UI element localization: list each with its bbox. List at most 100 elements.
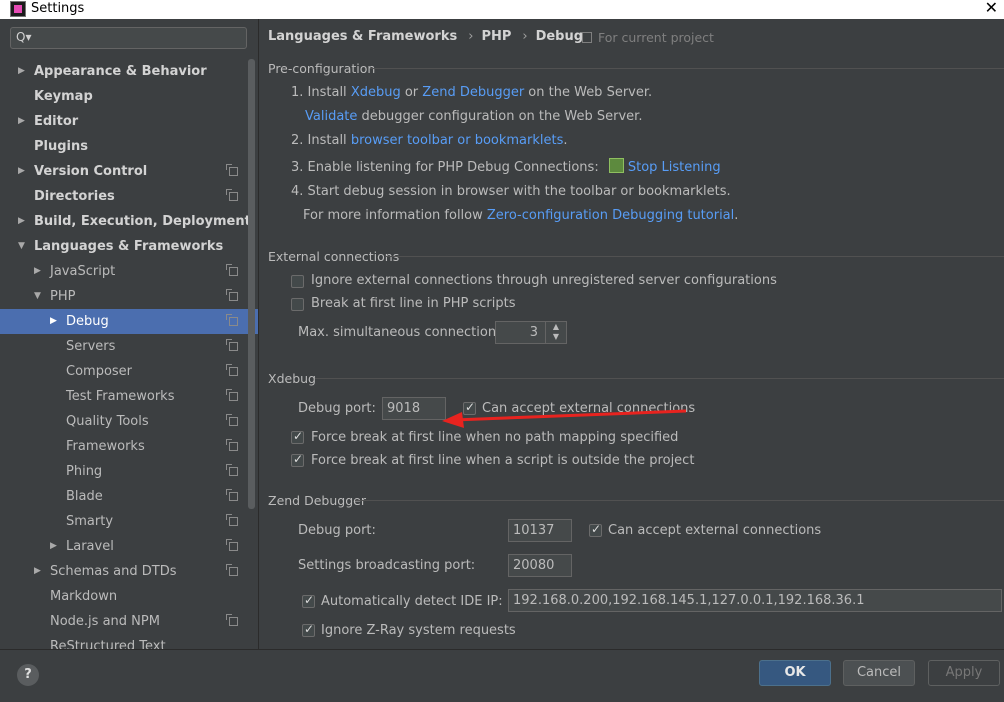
sidebar-item-label: PHP	[50, 289, 76, 304]
step1-or: or	[400, 85, 423, 100]
sidebar-item-label: Plugins	[34, 139, 88, 154]
stop-listening[interactable]: Stop Listening	[608, 158, 721, 175]
xdebug-title: Xdebug	[268, 371, 316, 386]
validate-link[interactable]: Validate	[305, 109, 357, 124]
max-connections-label: Max. simultaneous connections:	[298, 325, 508, 340]
chevron-right-icon[interactable]: ▶	[18, 209, 30, 234]
zend-port-input[interactable]: 10137	[508, 519, 572, 542]
chevron-right-icon[interactable]: ▶	[34, 259, 46, 284]
sidebar-item-plugins[interactable]: Plugins	[0, 134, 258, 159]
ignore-external-checkbox[interactable]	[291, 275, 304, 288]
project-scope-icon	[226, 314, 238, 326]
broadcast-port-input[interactable]: 20080	[508, 554, 572, 577]
sidebar-item-version-control[interactable]: ▶ Version Control	[0, 159, 258, 184]
zend-accept-checkbox[interactable]	[589, 522, 602, 537]
sidebar-item-quality-tools[interactable]: Quality Tools	[0, 409, 258, 434]
ide-ip-input[interactable]: 192.168.0.200,192.168.145.1,127.0.0.1,19…	[508, 589, 1002, 612]
project-scope-icon	[226, 539, 238, 551]
force-break-no-mapping-checkbox[interactable]	[291, 429, 304, 444]
sidebar-item-php[interactable]: ▼ PHP	[0, 284, 258, 309]
divider	[370, 68, 1004, 69]
preconfig-title: Pre-configuration	[268, 61, 376, 76]
project-scope-icon	[226, 264, 238, 276]
chevron-down-icon[interactable]: ▼	[34, 284, 46, 309]
external-title: External connections	[268, 249, 400, 264]
chevron-right-icon[interactable]: ▶	[50, 534, 62, 559]
sidebar-item-frameworks[interactable]: Frameworks	[0, 434, 258, 459]
cancel-button[interactable]: Cancel	[843, 660, 915, 686]
divider	[386, 256, 1004, 257]
sidebar-scrollbar[interactable]	[248, 59, 255, 509]
sidebar-item-directories[interactable]: Directories	[0, 184, 258, 209]
preconfig-step-3: 3. Enable listening for PHP Debug Connec…	[291, 158, 721, 175]
project-scope-icon	[226, 339, 238, 351]
sidebar-item-label: Servers	[66, 339, 116, 354]
step2-prefix: 2. Install	[291, 133, 351, 148]
break-first-line-checkbox[interactable]	[291, 298, 304, 311]
search-icon: Q▾	[16, 30, 32, 44]
breadcrumb-debug: Debug	[535, 29, 584, 44]
dialog-footer: ? OK Cancel Apply	[0, 649, 1004, 702]
force-break-outside-project-checkbox[interactable]	[291, 452, 304, 467]
help-button[interactable]: ?	[17, 664, 39, 686]
break-first-line-label: Break at first line in PHP scripts	[311, 296, 516, 311]
zend-debugger-link[interactable]: Zend Debugger	[422, 85, 524, 100]
project-scope-icon	[226, 414, 238, 426]
sidebar-item-phing[interactable]: Phing	[0, 459, 258, 484]
chevron-right-icon[interactable]: ▶	[18, 109, 30, 134]
project-scope-icon	[226, 389, 238, 401]
sidebar-item-appearance-behavior[interactable]: ▶ Appearance & Behavior	[0, 59, 258, 84]
sidebar-item-label: Languages & Frameworks	[34, 239, 224, 254]
spinner-arrows-icon[interactable]: ▲ ▼	[545, 322, 566, 343]
sidebar-item-test-frameworks[interactable]: Test Frameworks	[0, 384, 258, 409]
sidebar-item-label: Version Control	[34, 164, 148, 179]
sidebar-item-restructured-text[interactable]: ReStructured Text	[0, 634, 258, 649]
sidebar-item-node-js-and-npm[interactable]: Node.js and NPM	[0, 609, 258, 634]
sidebar-item-laravel[interactable]: ▶ Laravel	[0, 534, 258, 559]
validate-suffix: debugger configuration on the Web Server…	[357, 109, 643, 124]
close-icon[interactable]: ✕	[985, 0, 998, 17]
project-scope-icon	[226, 189, 238, 201]
sidebar-item-languages-frameworks[interactable]: ▼ Languages & Frameworks	[0, 234, 258, 259]
search-input[interactable]: Q▾	[10, 27, 247, 49]
sidebar-item-javascript[interactable]: ▶ JavaScript	[0, 259, 258, 284]
chevron-right-icon[interactable]: ▶	[34, 559, 46, 584]
sidebar-item-blade[interactable]: Blade	[0, 484, 258, 509]
apply-button[interactable]: Apply	[928, 660, 1000, 686]
max-connections-spinner[interactable]: 3 ▲ ▼	[495, 321, 567, 344]
sidebar-item-label: Keymap	[34, 89, 93, 104]
project-scope-icon	[226, 364, 238, 376]
chevron-right-icon[interactable]: ▶	[18, 59, 30, 84]
ignore-external-label: Ignore external connections through unre…	[311, 273, 777, 288]
chevron-right-icon[interactable]: ▶	[50, 309, 62, 334]
sidebar-item-keymap[interactable]: Keymap	[0, 84, 258, 109]
zero-config-tutorial-link[interactable]: Zero-configuration Debugging tutorial	[487, 208, 734, 223]
sidebar-item-composer[interactable]: Composer	[0, 359, 258, 384]
ok-button[interactable]: OK	[759, 660, 831, 686]
stop-listening-link[interactable]: Stop Listening	[628, 160, 721, 175]
browser-toolbar-link[interactable]: browser toolbar or bookmarklets	[351, 133, 564, 148]
chevron-right-icon[interactable]: ▶	[18, 159, 30, 184]
xdebug-link[interactable]: Xdebug	[351, 85, 401, 100]
sidebar-item-servers[interactable]: Servers	[0, 334, 258, 359]
preconfig-step-2: 2. Install browser toolbar or bookmarkle…	[291, 133, 568, 148]
autodetect-ip-checkbox[interactable]	[302, 593, 315, 608]
sidebar-item-markdown[interactable]: Markdown	[0, 584, 258, 609]
xdebug-port-input[interactable]: 9018	[382, 397, 446, 420]
sidebar-item-editor[interactable]: ▶ Editor	[0, 109, 258, 134]
sidebar-item-debug[interactable]: ▶ Debug	[0, 309, 258, 334]
zend-title: Zend Debugger	[268, 493, 366, 508]
sidebar-item-label: Build, Execution, Deployment	[34, 214, 251, 229]
preconfig-more-info: For more information follow Zero-configu…	[303, 208, 738, 223]
sidebar-item-build-execution-deployment[interactable]: ▶ Build, Execution, Deployment	[0, 209, 258, 234]
project-icon	[582, 32, 592, 43]
project-scope-icon	[226, 514, 238, 526]
preconfig-step-4: 4. Start debug session in browser with t…	[291, 184, 731, 199]
project-scope-icon	[226, 289, 238, 301]
sidebar-item-smarty[interactable]: Smarty	[0, 509, 258, 534]
sidebar-item-label: ReStructured Text	[50, 639, 166, 649]
sidebar-item-schemas-and-dtds[interactable]: ▶ Schemas and DTDs	[0, 559, 258, 584]
ignore-zray-checkbox[interactable]	[302, 622, 315, 637]
project-scope-icon	[226, 464, 238, 476]
chevron-down-icon[interactable]: ▼	[18, 234, 30, 259]
